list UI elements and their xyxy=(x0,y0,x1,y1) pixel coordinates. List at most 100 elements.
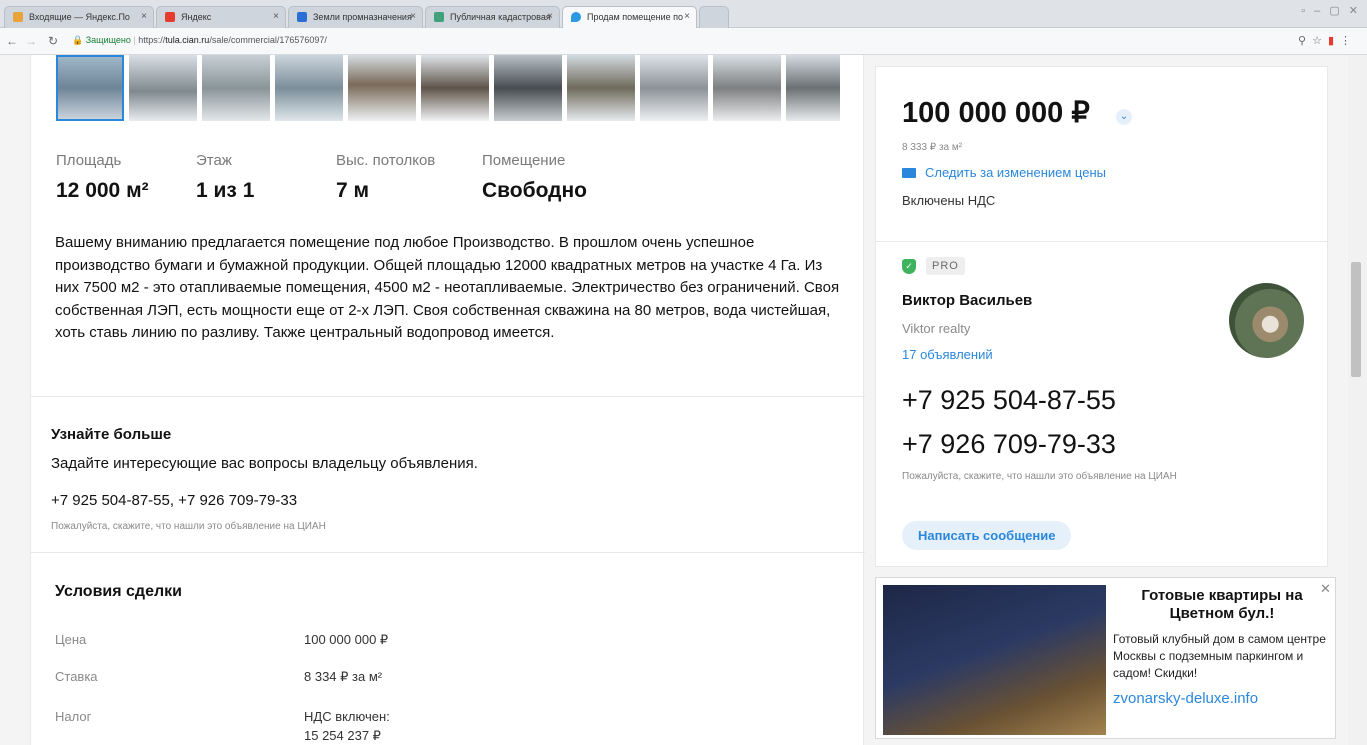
url-scheme: https:// xyxy=(138,35,166,45)
menu-icon[interactable]: ⋮ xyxy=(1340,35,1357,47)
yandex-icon xyxy=(165,12,175,22)
verified-shield-icon: ✓ xyxy=(902,259,916,274)
param-label: Выс. потолков xyxy=(336,152,436,169)
map-icon xyxy=(434,12,444,22)
photo-thumb[interactable] xyxy=(494,55,562,121)
photo-thumb[interactable] xyxy=(348,55,416,121)
photo-thumb[interactable] xyxy=(275,55,343,121)
deal-value: НДС включен: xyxy=(304,709,390,724)
reload-icon[interactable]: ↻ xyxy=(48,34,58,48)
tab-title: Земли промназначения xyxy=(313,12,412,22)
description: Вашему вниманию предлагается помещение п… xyxy=(55,234,840,341)
ad-link[interactable]: zvonarsky-deluxe.info xyxy=(1113,690,1258,707)
param-ceiling: Выс. потолков 7 м xyxy=(336,152,435,203)
agent-phone-1[interactable]: +7 925 504-87-55 xyxy=(902,385,1116,416)
photo-thumb[interactable] xyxy=(202,55,270,121)
param-value: 7 м xyxy=(336,179,370,202)
ad-title[interactable]: Готовые квартиры на Цветном бул.! xyxy=(1118,587,1326,623)
url-path: /sale/commercial/176576097/ xyxy=(209,35,327,45)
deal-value: 15 254 237 ₽ xyxy=(304,728,381,743)
agent-company: Viktor realty xyxy=(902,321,971,336)
deal-title: Условия сделки xyxy=(55,583,182,600)
tab-yandex[interactable]: Яндекс × xyxy=(156,6,286,28)
ad-banner[interactable]: Готовые квартиры на Цветном бул.! Готовы… xyxy=(875,577,1336,739)
new-tab-button[interactable] xyxy=(699,6,729,28)
close-icon[interactable]: × xyxy=(547,11,553,22)
mail-icon xyxy=(13,12,23,22)
send-message-button[interactable]: Написать сообщение xyxy=(902,521,1072,550)
learn-more-title: Узнайте больше xyxy=(51,426,172,443)
zoom-icon[interactable]: ⚲ xyxy=(1298,35,1312,47)
photo-thumb[interactable] xyxy=(567,55,635,121)
param-label: Площадь xyxy=(56,152,122,169)
envelope-icon xyxy=(902,168,916,178)
close-icon[interactable]: × xyxy=(684,11,690,22)
divider xyxy=(876,241,1327,242)
price-per-m2: 8 333 ₽ за м² xyxy=(902,142,963,153)
param-value: 12 000 м² xyxy=(56,179,149,202)
ad-image[interactable] xyxy=(883,585,1106,735)
tab-yandex-mail[interactable]: Входящие — Яндекс.По × xyxy=(4,6,154,28)
photo-thumb[interactable] xyxy=(640,55,708,121)
agent-phone-2[interactable]: +7 926 709-79-33 xyxy=(902,429,1116,460)
tab-title: Продам помещение по xyxy=(587,12,683,22)
close-icon[interactable]: × xyxy=(141,11,147,22)
photo-thumb[interactable] xyxy=(129,55,197,121)
offer-card: 100 000 000 ₽ ⌄ 8 333 ₽ за м² Следить за… xyxy=(875,66,1328,567)
forward-icon[interactable]: → xyxy=(25,34,37,48)
learn-more-text: Задайте интересующие вас вопросы владель… xyxy=(51,455,478,472)
deal-value: 100 000 000 ₽ xyxy=(304,632,389,647)
lock-icon: 🔒 xyxy=(72,35,84,45)
param-value: 1 из 1 xyxy=(196,179,255,202)
star-icon[interactable]: ☆ xyxy=(1312,35,1328,47)
avatar[interactable] xyxy=(1229,283,1304,358)
back-icon[interactable]: ← xyxy=(6,34,18,48)
divider xyxy=(31,552,865,553)
follow-price-link[interactable]: Следить за изменением цены xyxy=(902,165,1106,180)
divider xyxy=(31,396,865,397)
close-icon[interactable]: ✕ xyxy=(1320,581,1331,597)
close-icon[interactable]: × xyxy=(410,11,416,22)
tab-cian[interactable]: Продам помещение по × xyxy=(562,6,697,29)
agent-listings-link[interactable]: 17 объявлений xyxy=(902,347,993,362)
photo-thumb[interactable] xyxy=(713,55,781,121)
param-area: Площадь 12 000 м² xyxy=(56,152,149,203)
extension-icon[interactable]: ▮ xyxy=(1328,35,1340,47)
param-label: Этаж xyxy=(196,152,232,169)
address-actions: ⚲☆▮⋮ xyxy=(1298,34,1357,47)
browser-tab-bar: Входящие — Яндекс.По × Яндекс × Земли пр… xyxy=(0,0,1367,29)
location-pin-icon xyxy=(571,12,581,22)
photo-thumb[interactable] xyxy=(786,55,840,121)
address-bar: ← → ↻ 🔒 Защищено | https://tula.cian.ru/… xyxy=(0,28,1367,55)
param-floor: Этаж 1 из 1 xyxy=(196,152,254,203)
page-scrollbar[interactable] xyxy=(1348,55,1367,745)
offer-price: 100 000 000 ₽ xyxy=(902,97,1090,129)
pro-badge: PRO xyxy=(926,257,965,275)
listing-main: Площадь 12 000 м² Этаж 1 из 1 Выс. потол… xyxy=(30,55,865,745)
bookmark-icon xyxy=(297,12,307,22)
ad-text: Готовый клубный дом в самом центре Москв… xyxy=(1113,632,1326,680)
url-field[interactable]: 🔒 Защищено | https://tula.cian.ru/sale/c… xyxy=(72,35,327,46)
tab-land[interactable]: Земли промназначения × xyxy=(288,6,423,28)
agent-name[interactable]: Виктор Васильев xyxy=(902,292,1032,309)
tab-title: Публичная кадастровая xyxy=(450,12,551,22)
close-icon[interactable]: × xyxy=(273,11,279,22)
param-value: Свободно xyxy=(482,179,587,202)
chevron-down-icon[interactable]: ⌄ xyxy=(1116,109,1132,125)
deal-label: Ставка xyxy=(55,669,98,684)
secure-label: Защищено xyxy=(85,35,131,45)
learn-more-phones[interactable]: +7 925 504-87-55, +7 926 709-79-33 xyxy=(51,492,297,509)
photo-thumb[interactable] xyxy=(56,55,124,121)
param-premises: Помещение Свободно xyxy=(482,152,587,203)
tab-title: Яндекс xyxy=(181,12,212,22)
deal-label: Цена xyxy=(55,632,87,647)
tab-title: Входящие — Яндекс.По xyxy=(29,12,130,22)
agent-note: Пожалуйста, скажите, что нашли это объяв… xyxy=(902,471,1177,482)
scrollbar-thumb[interactable] xyxy=(1351,262,1361,377)
follow-label: Следить за изменением цены xyxy=(925,165,1106,180)
learn-more-note: Пожалуйста, скажите, что нашли это объяв… xyxy=(51,521,326,532)
tab-cadastral[interactable]: Публичная кадастровая × xyxy=(425,6,560,28)
window-controls[interactable]: ▫ – ▢ ✕ xyxy=(1301,4,1361,17)
photo-thumb[interactable] xyxy=(421,55,489,121)
param-label: Помещение xyxy=(482,152,566,169)
